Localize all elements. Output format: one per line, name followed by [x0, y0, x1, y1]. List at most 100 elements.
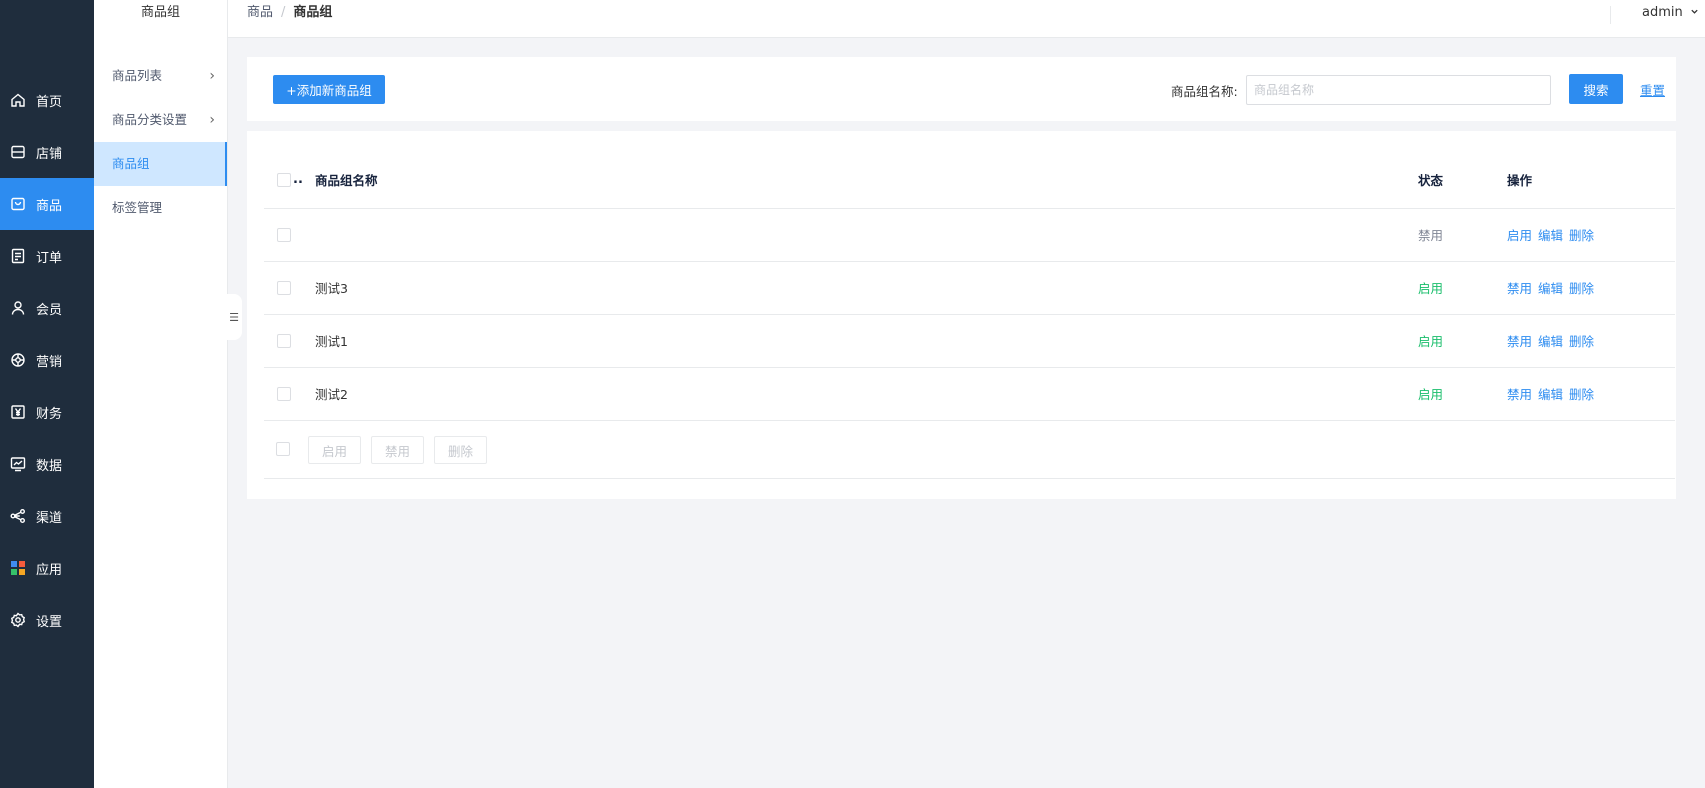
table-row: 测试2 启用 禁用 编辑 删除	[264, 368, 1675, 421]
submenu-item-label: 标签管理	[112, 200, 163, 215]
nav-item-label: 首页	[36, 94, 63, 110]
table-row: 测试3 启用 禁用 编辑 删除	[264, 262, 1675, 315]
row-actions: 禁用 编辑 删除	[1507, 315, 1600, 368]
table-panel: .. 商品组名称 状态 操作 禁用 启用 编辑 删除 测试3 启用 禁用 编辑 删除 测…	[247, 131, 1676, 499]
row-status: 禁用	[1418, 228, 1444, 243]
nav-item-home[interactable]: 首页	[0, 74, 94, 126]
disable-link[interactable]: 禁用	[1507, 281, 1532, 296]
column-header-status: 状态	[1418, 173, 1444, 188]
submenu-item-label: 商品分类设置	[112, 112, 188, 127]
shopping-bag-icon	[10, 196, 26, 212]
add-goods-group-button[interactable]: +添加新商品组	[273, 75, 385, 104]
header-truncated-label: ..	[293, 172, 303, 187]
chevron-right-icon: ›	[209, 68, 215, 84]
nav-item-data[interactable]: 数据	[0, 438, 94, 490]
submenu-item-goods-list[interactable]: 商品列表 ›	[94, 54, 227, 98]
main-nav: 首页 店铺 商品 订单 会员 营销 财务 数据 渠道 应用 设置	[0, 0, 94, 788]
gear-icon	[10, 612, 26, 628]
search-button[interactable]: 搜索	[1569, 74, 1623, 104]
breadcrumb: 商品 / 商品组	[247, 0, 332, 28]
nav-item-store[interactable]: 店铺	[0, 126, 94, 178]
nav-item-members[interactable]: 会员	[0, 282, 94, 334]
chevron-down-icon	[1690, 0, 1699, 26]
nav-item-marketing[interactable]: 营销	[0, 334, 94, 386]
nav-item-label: 营销	[36, 354, 63, 370]
nav-item-channels[interactable]: 渠道	[0, 490, 94, 542]
yuan-icon	[10, 404, 26, 420]
row-name: 测试1	[315, 334, 348, 349]
row-actions: 禁用 编辑 删除	[1507, 368, 1600, 421]
nav-list: 首页 店铺 商品 订单 会员 营销 财务 数据 渠道 应用 设置	[0, 74, 94, 646]
nav-item-label: 财务	[36, 406, 63, 422]
batch-actions-row: 启用 禁用 删除	[264, 421, 1675, 479]
disable-link[interactable]: 禁用	[1507, 334, 1532, 349]
delete-link[interactable]: 删除	[1569, 228, 1594, 243]
nav-item-label: 订单	[36, 250, 63, 266]
submenu-item-category-settings[interactable]: 商品分类设置 ›	[94, 98, 227, 142]
submenu: 商品组 商品列表 › 商品分类设置 › 商品组 标签管理	[94, 0, 228, 788]
username: admin	[1642, 5, 1683, 20]
submenu-item-tag-management[interactable]: 标签管理	[94, 186, 227, 230]
edit-link[interactable]: 编辑	[1538, 334, 1563, 349]
breadcrumb-item-goods[interactable]: 商品	[247, 5, 273, 20]
search-panel: +添加新商品组 商品组名称: 搜索 重置	[247, 57, 1676, 121]
edit-link[interactable]: 编辑	[1538, 228, 1563, 243]
submenu-item-goods-group[interactable]: 商品组	[94, 142, 227, 186]
disable-link[interactable]: 禁用	[1507, 387, 1532, 402]
nav-item-label: 渠道	[36, 510, 63, 526]
row-status: 启用	[1418, 387, 1444, 402]
order-document-icon	[10, 248, 26, 264]
header-divider	[1610, 6, 1611, 24]
nav-item-label: 设置	[36, 614, 63, 630]
delete-link[interactable]: 删除	[1569, 281, 1594, 296]
row-checkbox[interactable]	[277, 334, 291, 348]
nav-logo-area	[0, 0, 94, 40]
batch-enable-button[interactable]: 启用	[308, 436, 361, 464]
table-row: 禁用 启用 编辑 删除	[264, 209, 1675, 262]
menu-list-icon: ☰	[229, 310, 239, 324]
reset-link[interactable]: 重置	[1640, 80, 1665, 99]
edit-link[interactable]: 编辑	[1538, 281, 1563, 296]
nav-item-orders[interactable]: 订单	[0, 230, 94, 282]
row-name: 测试3	[315, 281, 348, 296]
submenu-list: 商品列表 › 商品分类设置 › 商品组 标签管理	[94, 54, 227, 230]
edit-link[interactable]: 编辑	[1538, 387, 1563, 402]
table-header-row: .. 商品组名称 状态 操作	[264, 153, 1675, 209]
row-checkbox[interactable]	[277, 228, 291, 242]
nav-item-settings[interactable]: 设置	[0, 594, 94, 646]
marketing-icon	[10, 352, 26, 368]
batch-select-checkbox[interactable]	[276, 442, 290, 456]
user-menu[interactable]: admin	[1642, 0, 1699, 28]
collapse-submenu-toggle[interactable]: ☰	[226, 294, 242, 340]
row-checkbox[interactable]	[277, 387, 291, 401]
share-channel-icon	[10, 508, 26, 524]
goods-group-name-input[interactable]	[1246, 75, 1551, 105]
column-header-name: 商品组名称	[315, 173, 378, 188]
home-icon	[10, 92, 26, 108]
batch-disable-button[interactable]: 禁用	[371, 436, 424, 464]
enable-link[interactable]: 启用	[1507, 228, 1532, 243]
submenu-title: 商品组	[140, 5, 180, 20]
batch-delete-button[interactable]: 删除	[434, 436, 487, 464]
row-checkbox[interactable]	[277, 281, 291, 295]
breadcrumb-current: 商品组	[293, 5, 333, 20]
nav-item-goods[interactable]: 商品	[0, 178, 94, 230]
column-header-ops: 操作	[1507, 173, 1533, 188]
nav-item-finance[interactable]: 财务	[0, 386, 94, 438]
search-field-label: 商品组名称:	[1171, 84, 1238, 99]
row-status: 启用	[1418, 334, 1444, 349]
row-actions: 启用 编辑 删除	[1507, 209, 1600, 262]
row-name: 测试2	[315, 387, 348, 402]
breadcrumb-separator: /	[281, 5, 286, 20]
table-row: 测试1 启用 禁用 编辑 删除	[264, 315, 1675, 368]
nav-item-apps[interactable]: 应用	[0, 542, 94, 594]
row-actions: 禁用 编辑 删除	[1507, 262, 1600, 315]
nav-item-label: 商品	[36, 198, 63, 214]
nav-item-label: 应用	[36, 562, 63, 578]
store-icon	[10, 144, 26, 160]
delete-link[interactable]: 删除	[1569, 334, 1594, 349]
select-all-checkbox[interactable]	[277, 173, 291, 187]
nav-item-label: 店铺	[36, 146, 63, 162]
delete-link[interactable]: 删除	[1569, 387, 1594, 402]
goods-group-table: .. 商品组名称 状态 操作 禁用 启用 编辑 删除 测试3 启用 禁用 编辑 删除 测…	[264, 153, 1675, 479]
